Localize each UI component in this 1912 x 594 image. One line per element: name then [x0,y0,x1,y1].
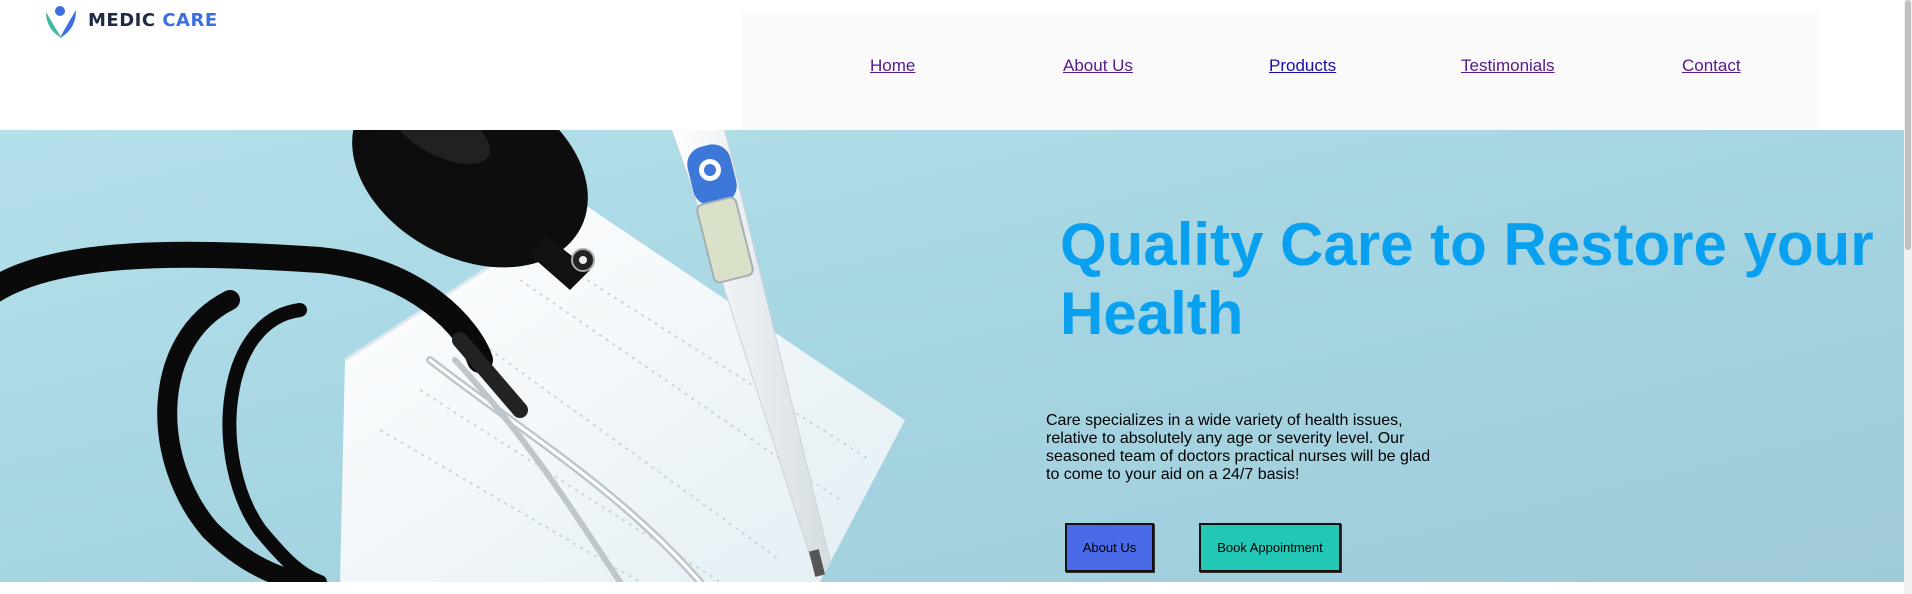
nav-link-testimonials[interactable]: Testimonials [1461,56,1555,76]
nav-link-home[interactable]: Home [870,56,915,76]
nav-link-about-us[interactable]: About Us [1063,56,1133,76]
brand-name-part1: MEDIC [88,9,156,31]
brand-logo[interactable]: MEDIC CARE [40,0,218,40]
about-us-button[interactable]: About Us [1065,523,1154,572]
main-nav: Home About Us Products Testimonials Cont… [742,12,1819,130]
hero-image [0,130,1904,582]
page-bottom-strip [0,582,1904,594]
page-scrollbar[interactable] [1904,0,1912,594]
brand-name-part2: CARE [162,9,218,31]
hero-section: Quality Care to Restore your Health Care… [0,130,1904,582]
scrollbar-thumb[interactable] [1905,0,1911,250]
nav-link-contact[interactable]: Contact [1682,56,1741,76]
logo-mark-icon [46,6,76,38]
hero-description: Care specializes in a wide variety of he… [1046,412,1431,483]
nav-link-products[interactable]: Products [1269,56,1336,76]
site-header: MEDIC CARE Home About Us Products Testim… [0,0,1912,130]
hero-title: Quality Care to Restore your Health [1060,211,1874,347]
book-appointment-button[interactable]: Book Appointment [1199,523,1341,572]
brand-name: MEDIC CARE [88,10,218,31]
